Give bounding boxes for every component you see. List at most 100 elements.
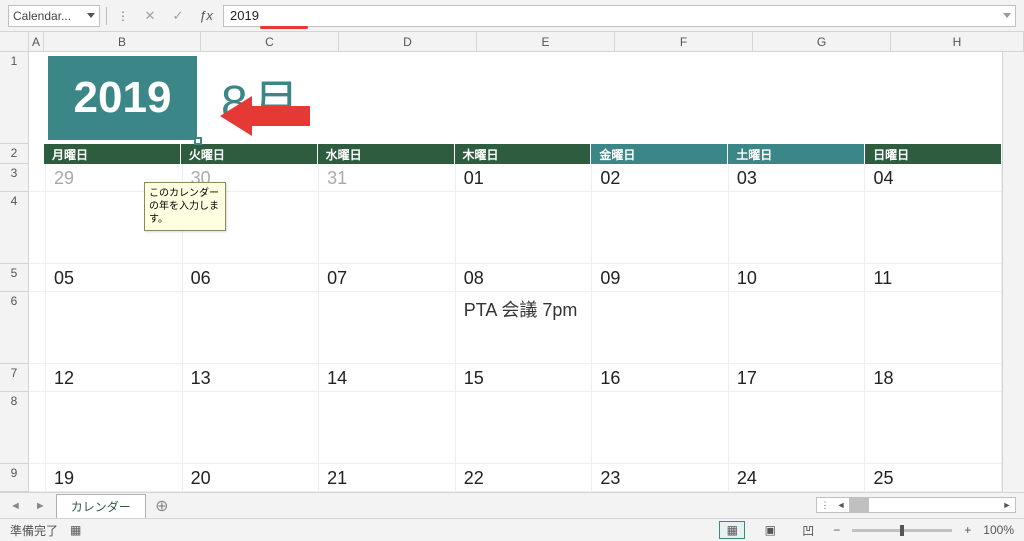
select-all-cell[interactable]: [0, 32, 29, 51]
date-cell[interactable]: 12: [46, 364, 183, 391]
date-cell[interactable]: 14: [319, 364, 456, 391]
col-header[interactable]: D: [339, 32, 477, 51]
name-box[interactable]: Calendar...: [8, 5, 100, 27]
date-cell[interactable]: 06: [183, 264, 320, 291]
date-cell[interactable]: 10: [729, 264, 866, 291]
date-cell[interactable]: 02: [592, 164, 729, 191]
fx-icon[interactable]: ƒx: [195, 5, 217, 27]
more-icon[interactable]: ⋮: [113, 9, 133, 23]
week-row: 12 13 14 15 16 17 18: [29, 364, 1002, 392]
day-of-week-header: 月曜日 火曜日 水曜日 木曜日 金曜日 土曜日 日曜日: [29, 144, 1002, 164]
col-header[interactable]: F: [615, 32, 753, 51]
scroll-track[interactable]: [849, 498, 999, 512]
zoom-out-icon[interactable]: −: [833, 523, 840, 537]
event-cell[interactable]: PTA 会議 7pm: [456, 292, 593, 363]
col-header[interactable]: A: [29, 32, 44, 51]
event-cell[interactable]: [319, 292, 456, 363]
event-row: [29, 392, 1002, 464]
date-cell[interactable]: 19: [46, 464, 183, 491]
col-header[interactable]: G: [753, 32, 891, 51]
col-header[interactable]: E: [477, 32, 615, 51]
date-cell[interactable]: 11: [865, 264, 1002, 291]
event-cell[interactable]: [865, 192, 1002, 263]
event-cell[interactable]: [319, 192, 456, 263]
event-cell[interactable]: [319, 392, 456, 463]
date-cell[interactable]: 22: [456, 464, 593, 491]
event-cell[interactable]: [729, 392, 866, 463]
date-cell[interactable]: 25: [865, 464, 1002, 491]
date-cell[interactable]: 16: [592, 364, 729, 391]
date-cell[interactable]: 23: [592, 464, 729, 491]
cancel-icon[interactable]: ✕: [139, 5, 161, 27]
fill-handle[interactable]: [194, 137, 202, 145]
year-cell[interactable]: 2019: [44, 52, 201, 144]
horizontal-scrollbar[interactable]: ⋮ ◄ ►: [816, 497, 1016, 513]
zoom-in-icon[interactable]: +: [964, 523, 971, 537]
event-cell[interactable]: [865, 292, 1002, 363]
tab-first-icon[interactable]: ◄: [6, 500, 25, 512]
event-cell[interactable]: [592, 192, 729, 263]
date-cell[interactable]: 21: [319, 464, 456, 491]
row-header[interactable]: 7: [0, 364, 28, 392]
view-normal-icon[interactable]: ▦: [719, 521, 745, 539]
scroll-right-icon[interactable]: ►: [999, 498, 1015, 512]
row-header[interactable]: 5: [0, 264, 28, 292]
event-cell[interactable]: [592, 392, 729, 463]
event-cell[interactable]: [183, 292, 320, 363]
date-cell[interactable]: 04: [865, 164, 1002, 191]
row-header[interactable]: 2: [0, 144, 28, 164]
col-header[interactable]: H: [891, 32, 1024, 51]
view-pagebreak-icon[interactable]: 凹: [795, 521, 821, 539]
scroll-left-icon[interactable]: ◄: [833, 498, 849, 512]
row-header[interactable]: 8: [0, 392, 28, 464]
grid-body[interactable]: 2019 8月 このカレンダーの年を入力します。 月曜日 火曜日 水曜日 木曜日…: [29, 52, 1002, 492]
event-cell[interactable]: [592, 292, 729, 363]
event-cell[interactable]: [729, 192, 866, 263]
event-cell[interactable]: [456, 192, 593, 263]
date-cell[interactable]: 17: [729, 364, 866, 391]
event-cell[interactable]: [729, 292, 866, 363]
accept-icon[interactable]: ✓: [167, 5, 189, 27]
macro-record-icon[interactable]: ▦: [70, 523, 81, 537]
tab-last-icon[interactable]: ►: [31, 500, 50, 512]
scroll-thumb[interactable]: [849, 498, 869, 512]
row-header[interactable]: 6: [0, 292, 28, 364]
row-year-month: 2019 8月: [29, 52, 1002, 144]
dow-cell: 木曜日: [455, 144, 592, 164]
sheet-tab-active[interactable]: カレンダー: [56, 494, 146, 518]
col-header[interactable]: C: [201, 32, 339, 51]
row-header[interactable]: 9: [0, 464, 28, 492]
date-cell[interactable]: 24: [729, 464, 866, 491]
event-cell[interactable]: [46, 292, 183, 363]
formula-input[interactable]: 2019: [223, 5, 1016, 27]
date-cell[interactable]: 03: [729, 164, 866, 191]
event-cell[interactable]: [183, 392, 320, 463]
vertical-scrollbar[interactable]: [1002, 52, 1024, 492]
event-cell[interactable]: [46, 392, 183, 463]
date-cell[interactable]: 15: [456, 364, 593, 391]
date-cell[interactable]: 09: [592, 264, 729, 291]
event-cell[interactable]: [456, 392, 593, 463]
dow-cell: 土曜日: [728, 144, 865, 164]
date-cell[interactable]: 13: [183, 364, 320, 391]
row-header[interactable]: 4: [0, 192, 28, 264]
row-header[interactable]: 3: [0, 164, 28, 192]
date-cell[interactable]: 20: [183, 464, 320, 491]
date-cell[interactable]: 31: [319, 164, 456, 191]
event-cell[interactable]: [865, 392, 1002, 463]
view-pagelayout-icon[interactable]: ▣: [757, 521, 783, 539]
date-cell[interactable]: 01: [456, 164, 593, 191]
add-sheet-icon[interactable]: ⊕: [152, 496, 172, 516]
zoom-level[interactable]: 100%: [983, 523, 1014, 537]
scroll-start-icon[interactable]: ⋮: [817, 498, 833, 512]
date-cell[interactable]: 08: [456, 264, 593, 291]
date-cell[interactable]: 05: [46, 264, 183, 291]
annotation-underline: [260, 26, 308, 29]
col-header[interactable]: B: [44, 32, 201, 51]
month-cell[interactable]: 8月: [201, 52, 1002, 144]
zoom-thumb[interactable]: [900, 525, 904, 536]
date-cell[interactable]: 07: [319, 264, 456, 291]
zoom-slider[interactable]: [852, 529, 952, 532]
date-cell[interactable]: 18: [865, 364, 1002, 391]
row-header[interactable]: 1: [0, 52, 28, 144]
